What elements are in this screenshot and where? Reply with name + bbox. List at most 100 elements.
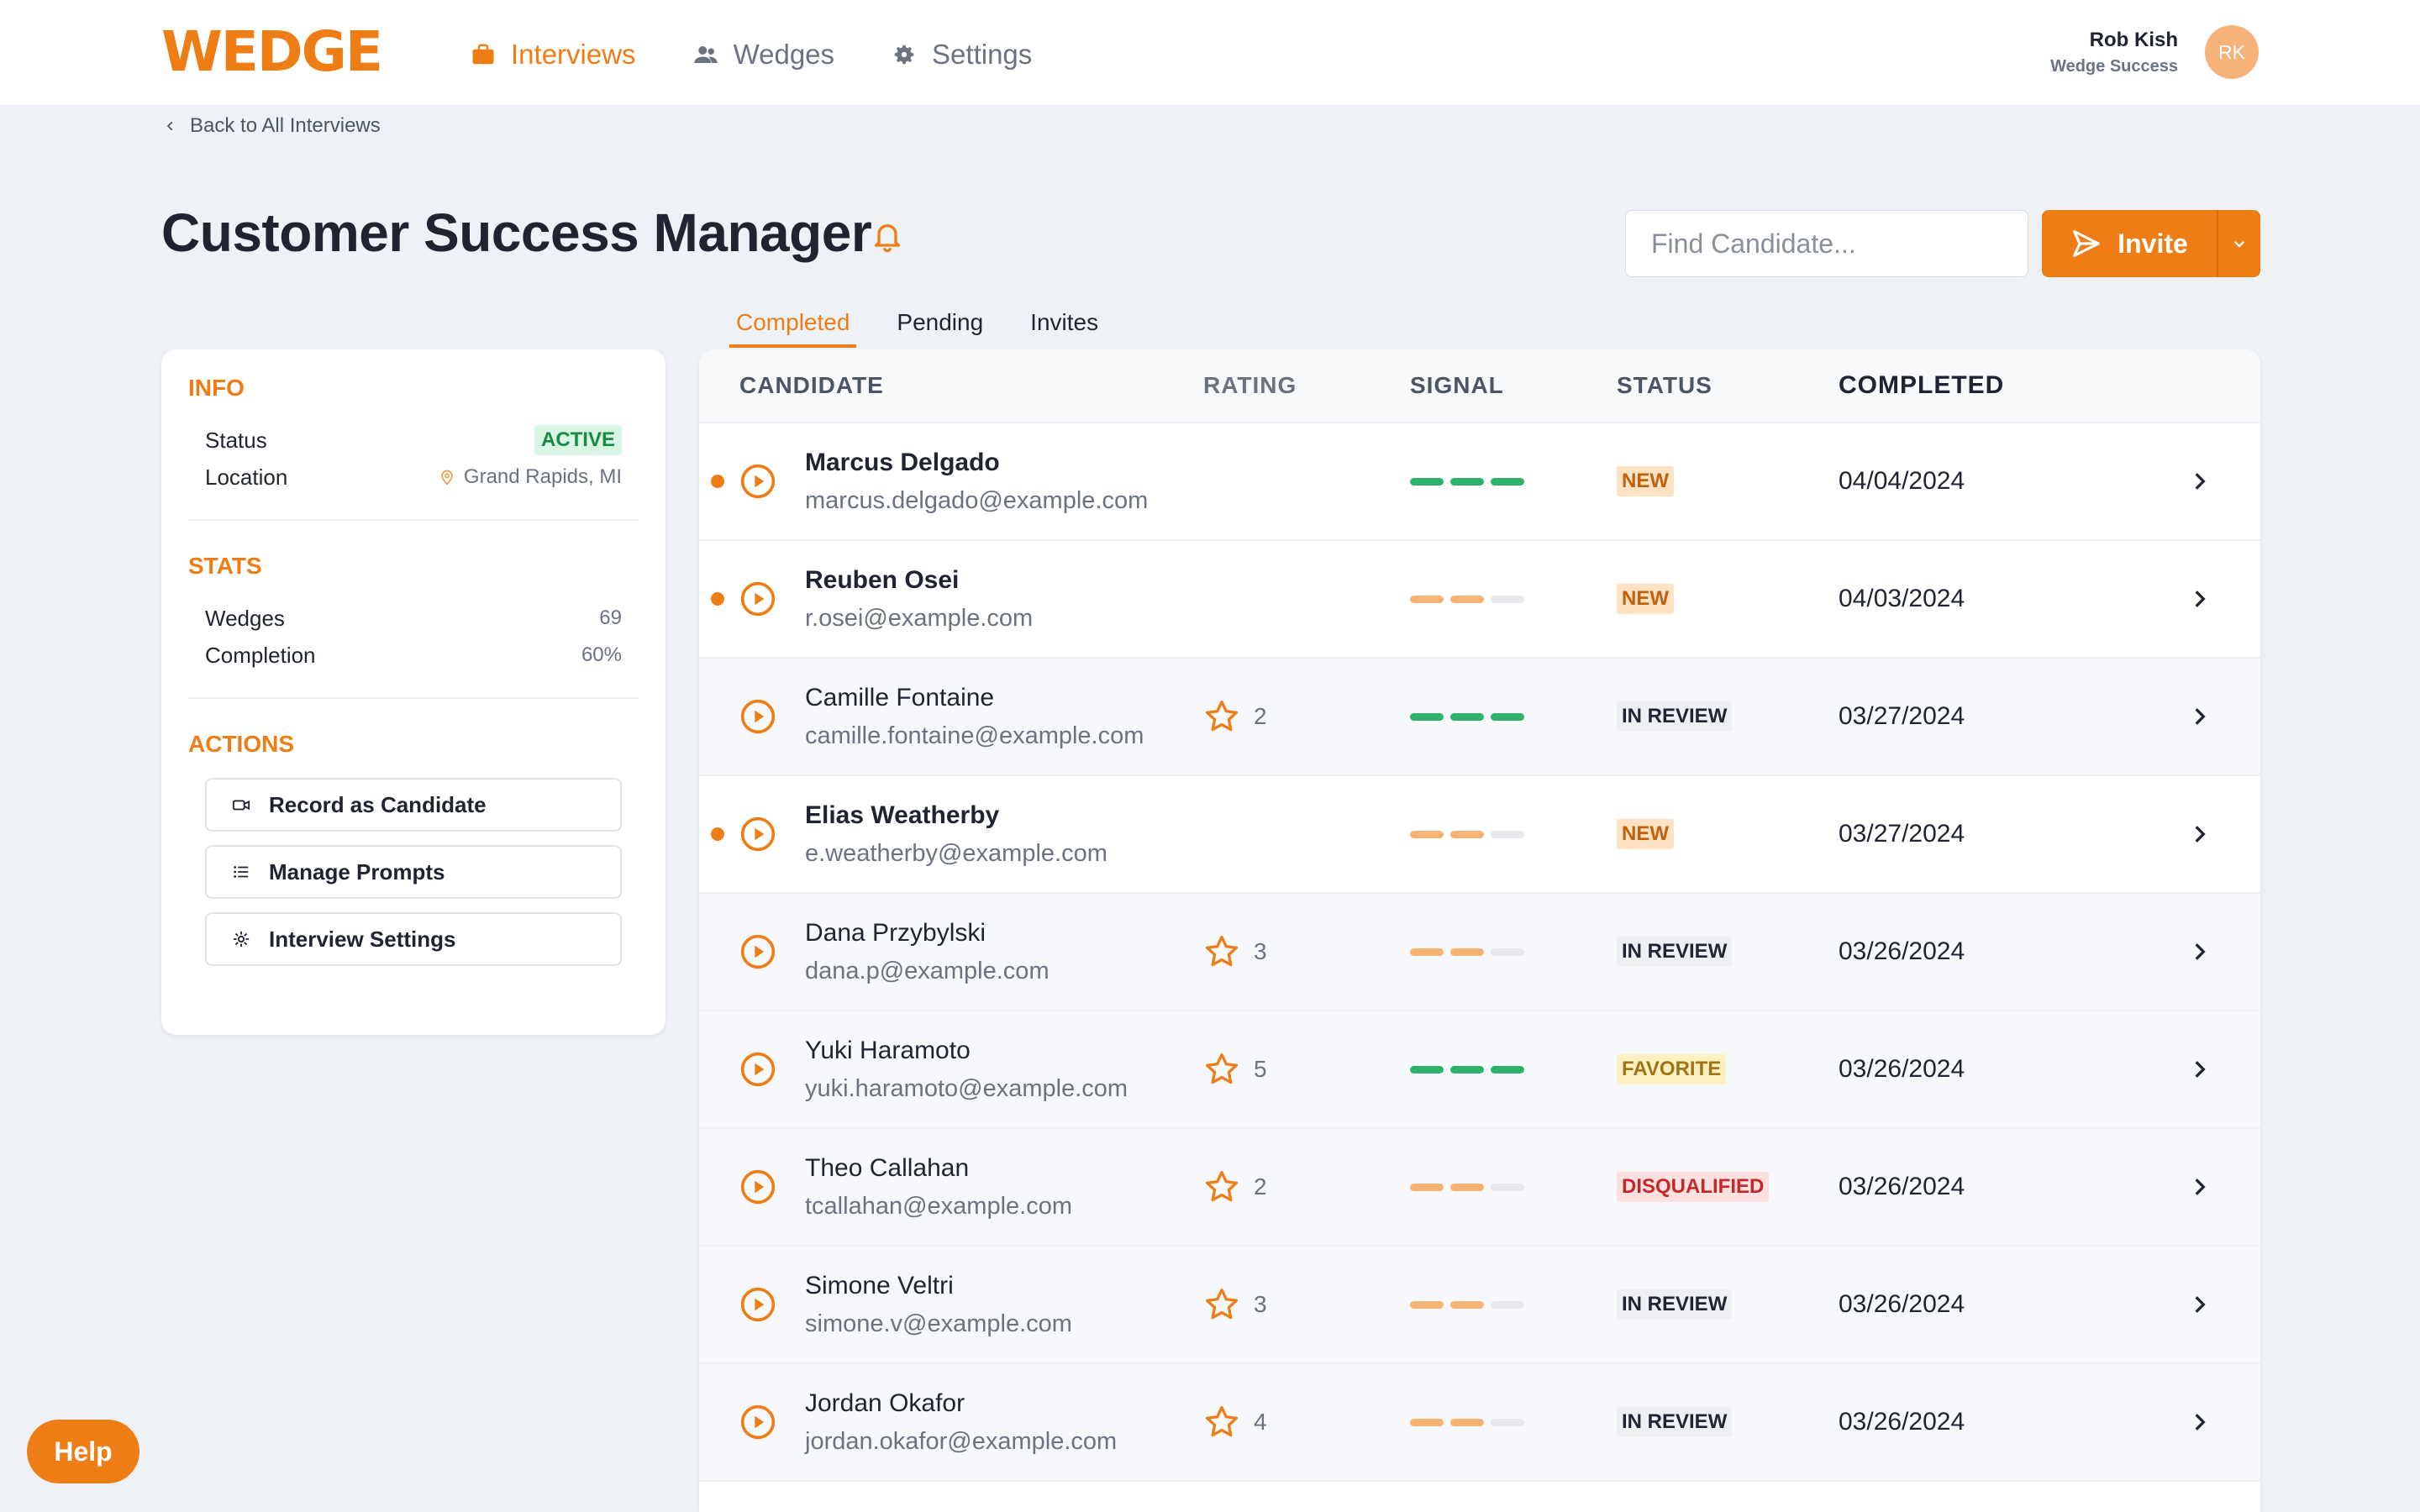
play-icon[interactable] (739, 933, 776, 970)
candidate-cell: Simone Veltri simone.v@example.com (699, 1272, 1203, 1338)
signal-segment (1410, 477, 1444, 486)
status-badge: IN REVIEW (1617, 1289, 1733, 1320)
star-icon[interactable] (1203, 1168, 1240, 1205)
signal-bar (1410, 712, 1617, 721)
help-button[interactable]: Help (27, 1420, 139, 1483)
table-body: Marcus Delgado marcus.delgado@example.com… (699, 423, 2260, 1482)
play-icon[interactable] (739, 1404, 776, 1441)
map-pin-icon (441, 470, 453, 486)
invite-button[interactable]: Invite (2042, 210, 2217, 277)
open-row-button[interactable] (2158, 941, 2242, 963)
search-input[interactable] (1651, 228, 2004, 260)
completed-date: 03/26/2024 (1839, 1408, 1965, 1436)
play-icon[interactable] (739, 1168, 776, 1205)
rating-cell: 2 (1203, 1168, 1410, 1205)
star-icon[interactable] (1203, 1404, 1240, 1441)
play-icon[interactable] (739, 580, 776, 617)
table-row[interactable]: Theo Callahan tcallahan@example.com 2 DISQU… (699, 1129, 2260, 1247)
chevron-left-icon (166, 121, 173, 131)
candidate-email: dana.p@example.com (805, 957, 1050, 984)
open-row-button[interactable] (2158, 706, 2242, 727)
completed-date: 04/03/2024 (1839, 585, 1965, 612)
avatar[interactable]: RK (2205, 25, 2259, 79)
open-row-button[interactable] (2158, 588, 2242, 610)
main-nav: Interviews Wedges Settings (471, 34, 1032, 76)
completed-date: 03/26/2024 (1839, 1055, 1965, 1083)
open-row-button[interactable] (2158, 1294, 2242, 1315)
manage-prompts-button[interactable]: Manage Prompts (205, 845, 622, 899)
candidate-name: Yuki Haramoto (805, 1036, 971, 1064)
tab-invites[interactable]: Invites (1023, 304, 1105, 348)
star-icon[interactable] (1203, 698, 1240, 735)
play-icon[interactable] (739, 1286, 776, 1323)
record-as-candidate-button[interactable]: Record as Candidate (205, 778, 622, 832)
user-menu[interactable]: Rob Kish Wedge Success RK (2050, 25, 2259, 79)
chevron-right-icon (2195, 943, 2206, 960)
interview-sidebar: INFO Status ACTIVE Location Grand Rapids… (161, 349, 666, 1035)
open-row-button[interactable] (2158, 823, 2242, 845)
user-name: Rob Kish (2089, 28, 2178, 51)
open-row-button[interactable] (2158, 1411, 2242, 1433)
completion-row: Completion 60% (188, 637, 639, 674)
interview-settings-button[interactable]: Interview Settings (205, 912, 622, 966)
tab-pending[interactable]: Pending (890, 304, 990, 348)
signal-segment (1491, 1300, 1524, 1309)
nav-settings[interactable]: Settings (892, 34, 1032, 76)
signal-segment (1491, 1065, 1524, 1074)
tab-completed[interactable]: Completed (729, 304, 857, 348)
wedge-logo[interactable]: WEDGE (161, 24, 383, 80)
play-icon[interactable] (739, 463, 776, 500)
table-row[interactable]: Simone Veltri simone.v@example.com 3 IN REV… (699, 1247, 2260, 1364)
table-row[interactable]: Reuben Osei r.osei@example.com NEW 04/03/20… (699, 541, 2260, 659)
bell-icon[interactable] (871, 220, 904, 254)
table-row[interactable]: Marcus Delgado marcus.delgado@example.com… (699, 423, 2260, 541)
status-badge: FAVORITE (1617, 1054, 1727, 1084)
play-icon[interactable] (739, 698, 776, 735)
star-icon[interactable] (1203, 933, 1240, 970)
nav-label: Settings (932, 39, 1033, 70)
table-row[interactable]: Elias Weatherby e.weatherby@example.com NE… (699, 776, 2260, 894)
invite-dropdown-button[interactable] (2217, 210, 2260, 277)
col-completed[interactable]: COMPLETED (1839, 371, 2158, 400)
rating-cell: 3 (1203, 1286, 1410, 1323)
candidate-name: Theo Callahan (805, 1153, 970, 1182)
open-row-button[interactable] (2158, 1176, 2242, 1198)
table-row[interactable]: Jordan Okafor jordan.okafor@example.com 4 I… (699, 1364, 2260, 1482)
signal-segment (1450, 948, 1484, 956)
open-row-button[interactable] (2158, 470, 2242, 492)
col-candidate[interactable]: CANDIDATE (699, 372, 1203, 399)
signal-segment (1491, 830, 1524, 838)
candidate-name: Camille Fontaine (805, 683, 995, 711)
invite-split-button: Invite (2042, 210, 2260, 277)
nav-interviews[interactable]: Interviews (471, 34, 636, 76)
wedges-row: Wedges 69 (188, 600, 639, 637)
rating-value: 3 (1254, 1291, 1267, 1317)
invite-label: Invite (2118, 228, 2188, 259)
back-link[interactable]: Back to All Interviews (165, 114, 381, 138)
star-icon[interactable] (1203, 1286, 1240, 1323)
status-cell: IN REVIEW (1617, 1289, 1839, 1320)
table-row[interactable]: Dana Przybylski dana.p@example.com 3 IN REV… (699, 894, 2260, 1011)
nav-wedges[interactable]: Wedges (693, 34, 834, 76)
completed-date: 03/26/2024 (1839, 937, 1965, 965)
play-icon[interactable] (739, 816, 776, 853)
table-row[interactable]: Camille Fontaine camille.fontaine@example… (699, 659, 2260, 776)
open-row-button[interactable] (2158, 1058, 2242, 1080)
candidate-email: tcallahan@example.com (805, 1192, 1072, 1220)
table-row[interactable]: Yuki Haramoto yuki.haramoto@example.com 5 F… (699, 1011, 2260, 1129)
signal-bar (1410, 1300, 1617, 1309)
play-icon[interactable] (739, 1051, 776, 1088)
col-signal[interactable]: SIGNAL (1410, 372, 1617, 399)
star-icon[interactable] (1203, 1051, 1240, 1088)
user-role: Wedge Success (2050, 56, 2178, 76)
col-status[interactable]: STATUS (1617, 372, 1839, 399)
candidate-cell: Dana Przybylski dana.p@example.com (699, 919, 1203, 985)
candidate-cell: Camille Fontaine camille.fontaine@example… (699, 684, 1203, 750)
signal-segment (1410, 1065, 1444, 1074)
col-rating[interactable]: RATING (1203, 372, 1410, 399)
candidate-info: Elias Weatherby e.weatherby@example.com (805, 801, 1107, 868)
actions-title: ACTIONS (188, 731, 294, 757)
signal-segment (1491, 1418, 1524, 1426)
signal-bar (1410, 595, 1617, 603)
table-header: CANDIDATE RATING SIGNAL STATUS COMPLETED (699, 349, 2260, 423)
